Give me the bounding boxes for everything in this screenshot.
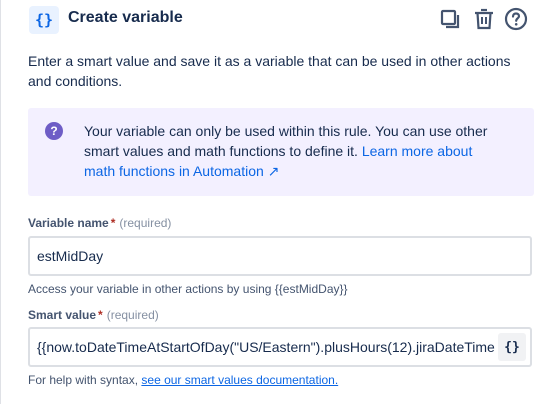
- variable-name-input[interactable]: estMidDay: [28, 236, 532, 276]
- variable-name-helper: Access your variable in other actions by…: [28, 282, 348, 296]
- smart-value-helper: For help with syntax, see our smart valu…: [28, 373, 339, 387]
- copy-button[interactable]: [437, 5, 463, 33]
- variable-name-label: Variable name * (required): [28, 216, 172, 230]
- question-icon: ?: [45, 122, 63, 140]
- help-icon: [504, 7, 528, 31]
- smart-value-picker-button[interactable]: {}: [498, 333, 526, 361]
- curly-braces-icon: {}: [504, 339, 520, 355]
- delete-button[interactable]: [471, 5, 497, 33]
- panel-title: Create variable: [68, 9, 183, 26]
- info-text: Your variable can only be used within th…: [84, 121, 504, 181]
- smart-value-input[interactable]: {{now.toDateTimeAtStartOfDay("US/Eastern…: [28, 327, 532, 367]
- curly-braces-icon: {}: [29, 6, 59, 34]
- info-message: ? Your variable can only be used within …: [28, 108, 534, 196]
- panel-header: {} Create variable: [1, 0, 545, 40]
- external-link-icon: ↗: [267, 163, 280, 179]
- variable-name-value: estMidDay: [37, 248, 104, 264]
- trash-icon: [475, 8, 493, 30]
- panel-description: Enter a smart value and save it as a var…: [28, 53, 511, 89]
- copy-icon: [440, 9, 460, 29]
- smart-value-label: Smart value * (required): [28, 308, 159, 322]
- smart-values-docs-link[interactable]: see our smart values documentation.: [141, 373, 338, 387]
- create-variable-panel: {} Create variable Enter a smart value a…: [0, 0, 545, 404]
- help-button[interactable]: [503, 5, 529, 33]
- smart-value-text: {{now.toDateTimeAtStartOfDay("US/Eastern…: [37, 339, 495, 355]
